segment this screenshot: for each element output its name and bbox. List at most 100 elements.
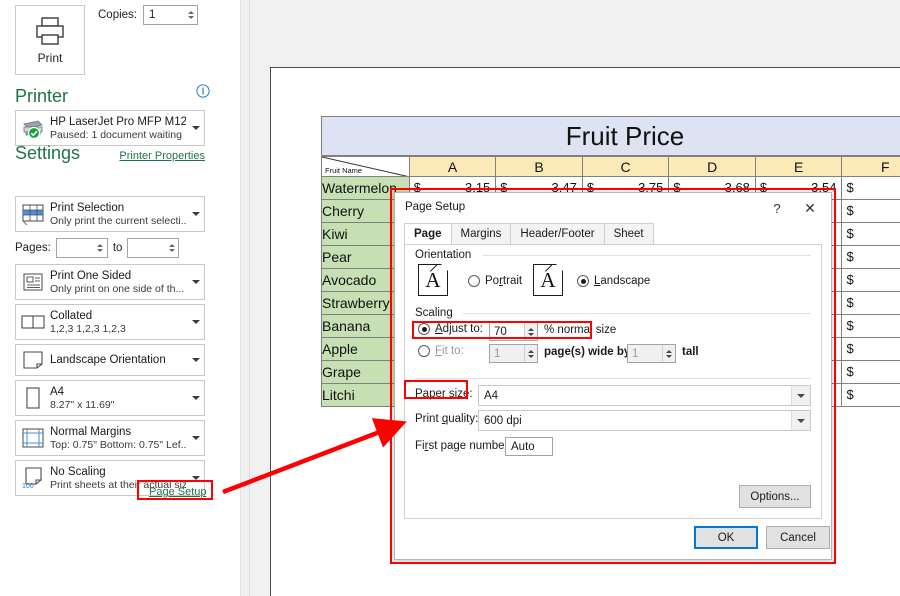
price-cell: $5 (842, 246, 900, 269)
setting-subtitle: 8.27" x 11.69" (50, 399, 186, 412)
landscape-radio[interactable]: Landscape (577, 275, 650, 287)
chevron-down-icon[interactable] (791, 411, 810, 430)
close-icon[interactable]: ✕ (795, 197, 825, 219)
cancel-button[interactable]: Cancel (766, 526, 830, 549)
first-page-number-field[interactable]: Auto (505, 437, 553, 456)
printer-properties-link[interactable]: Printer Properties (119, 150, 205, 162)
options-button[interactable]: Options... (739, 485, 811, 508)
adjust-to-radio-circle[interactable] (418, 323, 430, 335)
pages-from-arrows[interactable] (94, 239, 107, 257)
worksheet-corner-cell: Fruit Name (322, 157, 410, 177)
printer-text: HP LaserJet Pro MFP M126nw Paused: 1 doc… (50, 115, 188, 142)
one-sided-icon (16, 265, 50, 299)
chevron-down-icon[interactable] (188, 126, 204, 130)
fit-to-tall-input[interactable] (628, 345, 662, 362)
chevron-down-icon[interactable] (188, 476, 204, 480)
fit-to-tall-stepper[interactable] (627, 344, 676, 363)
currency-symbol: $ (846, 272, 853, 287)
pages-to-label: to (113, 242, 123, 254)
fit-to-radio-circle[interactable] (418, 345, 430, 357)
tab-margins[interactable]: Margins (451, 223, 512, 244)
setting-margins-text: Normal Margins Top: 0.75" Bottom: 0.75" … (50, 425, 188, 452)
page-setup-link[interactable]: Page Setup (144, 483, 212, 501)
help-icon[interactable]: ? (767, 198, 787, 218)
copies-stepper[interactable] (143, 5, 198, 25)
setting-paper-size[interactable]: A4 8.27" x 11.69" (15, 380, 205, 416)
portrait-radio[interactable]: Portrait (468, 275, 522, 287)
info-icon[interactable] (196, 84, 210, 98)
pages-to-decrement-icon[interactable] (169, 249, 175, 252)
chevron-down-icon[interactable] (188, 358, 204, 362)
copies-label: Copies: (98, 9, 137, 21)
price-cell: $9 (842, 200, 900, 223)
copies-increment-icon[interactable] (188, 11, 194, 14)
price-cell: $9 (842, 223, 900, 246)
chevron-down-icon[interactable] (188, 396, 204, 400)
adjust-to-input[interactable] (490, 323, 524, 340)
chevron-down-icon[interactable] (188, 436, 204, 440)
pages-to-stepper[interactable] (127, 238, 179, 258)
print-selection-icon (16, 197, 50, 231)
fit-to-tall-decrement-icon[interactable] (666, 355, 672, 358)
fit-to-radio[interactable]: Fit to: (418, 345, 464, 357)
copies-input[interactable] (144, 6, 178, 24)
chevron-down-icon[interactable] (791, 386, 810, 405)
adjust-to-increment-icon[interactable] (528, 328, 534, 331)
portrait-radio-circle[interactable] (468, 275, 480, 287)
setting-collated[interactable]: Collated 1,2,3 1,2,3 1,2,3 (15, 304, 205, 340)
setting-print-selection[interactable]: Print Selection Only print the current s… (15, 196, 205, 232)
fit-to-wide-decrement-icon[interactable] (528, 355, 534, 358)
print-quality-label: Print quality: (415, 413, 478, 425)
pages-to-input[interactable] (128, 239, 160, 257)
setting-orientation[interactable]: Landscape Orientation (15, 344, 205, 376)
adjust-to-radio[interactable]: Adjust to: (418, 323, 483, 335)
fit-to-tall-increment-icon[interactable] (666, 350, 672, 353)
chevron-down-icon[interactable] (188, 212, 204, 216)
orientation-icon (16, 345, 50, 375)
pages-from-stepper[interactable] (56, 238, 108, 258)
adjust-to-stepper[interactable] (489, 322, 538, 341)
pane-divider (240, 0, 250, 596)
setting-orientation-text: Landscape Orientation (50, 353, 188, 367)
printer-name: HP LaserJet Pro MFP M126nw (50, 115, 186, 129)
price-cell: $4 (842, 361, 900, 384)
adjust-to-decrement-icon[interactable] (528, 333, 534, 336)
fit-to-tall-label: tall (682, 346, 699, 358)
fit-to-wide-stepper[interactable] (489, 344, 538, 363)
landscape-page-icon: A (533, 264, 563, 296)
pages-from-decrement-icon[interactable] (97, 249, 103, 252)
copies-stepper-arrows[interactable] (184, 6, 197, 24)
fit-to-tall-arrows[interactable] (662, 345, 675, 362)
printer-selector[interactable]: HP LaserJet Pro MFP M126nw Paused: 1 doc… (15, 110, 205, 146)
chevron-down-icon[interactable] (188, 280, 204, 284)
fit-to-wide-arrows[interactable] (524, 345, 537, 362)
tab-sheet[interactable]: Sheet (604, 223, 654, 244)
setting-subtitle: Only print on one side of th... (50, 283, 186, 296)
chevron-down-icon[interactable] (188, 320, 204, 324)
tab-header-footer[interactable]: Header/Footer (510, 223, 604, 244)
pages-from-increment-icon[interactable] (97, 244, 103, 247)
fit-to-wide-input[interactable] (490, 345, 524, 362)
dialog-titlebar: Page Setup ? ✕ (395, 193, 831, 223)
worksheet-header-row: Fruit Name A B C D E F (322, 157, 900, 177)
setting-print-selection-text: Print Selection Only print the current s… (50, 201, 188, 228)
landscape-radio-circle[interactable] (577, 275, 589, 287)
pages-from-input[interactable] (57, 239, 89, 257)
setting-margins[interactable]: Normal Margins Top: 0.75" Bottom: 0.75" … (15, 420, 205, 456)
currency-symbol: $ (846, 295, 853, 310)
copies-decrement-icon[interactable] (188, 16, 194, 19)
pages-to-increment-icon[interactable] (169, 244, 175, 247)
fit-to-label: Fit to: (435, 345, 464, 357)
dialog-title: Page Setup (405, 201, 465, 213)
price-cell: $9 (842, 384, 900, 407)
print-quality-combo[interactable]: 600 dpi (478, 410, 811, 431)
setting-print-one-sided[interactable]: Print One Sided Only print on one side o… (15, 264, 205, 300)
pages-to-arrows[interactable] (165, 239, 178, 257)
print-button[interactable]: Print (15, 5, 85, 75)
adjust-to-arrows[interactable] (524, 323, 537, 340)
tab-page[interactable]: Page (404, 223, 452, 244)
paper-size-combo[interactable]: A4 (478, 385, 811, 406)
ok-button[interactable]: OK (694, 526, 758, 549)
scaling-icon: 100 (16, 461, 50, 495)
fit-to-wide-increment-icon[interactable] (528, 350, 534, 353)
